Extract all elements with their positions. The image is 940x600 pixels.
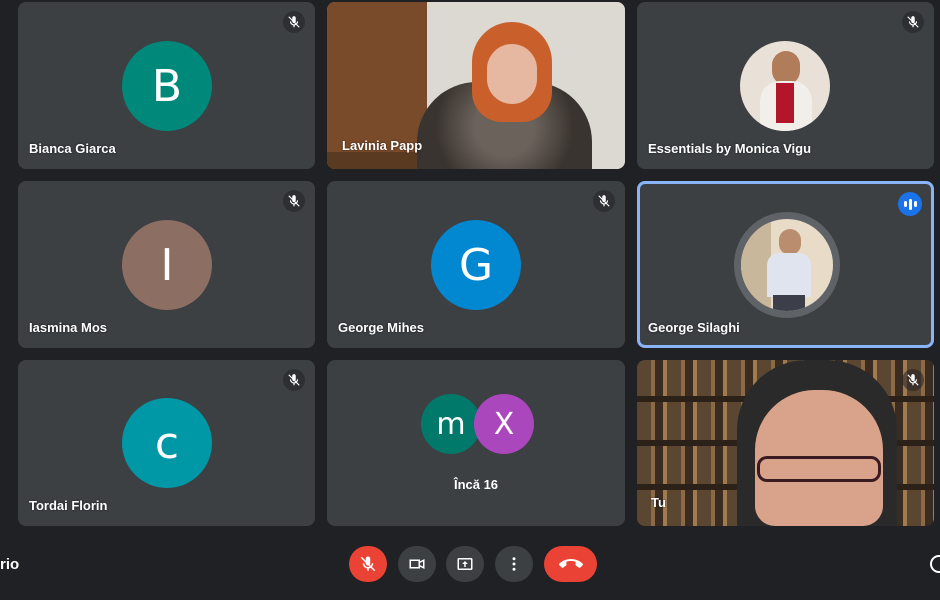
mic-off-icon — [283, 190, 305, 212]
video-feed-image — [637, 360, 934, 526]
present-screen-icon — [457, 558, 473, 570]
participant-tile-george-mihes[interactable]: G George Mihes — [327, 181, 625, 348]
participant-tile-george-silaghi[interactable]: George Silaghi — [637, 181, 934, 348]
meeting-title-fragment: rio — [0, 556, 20, 573]
participant-tile-bianca-giarca[interactable]: B Bianca Giarca — [18, 2, 315, 169]
mic-off-icon — [593, 190, 615, 212]
present-screen-button[interactable] — [446, 546, 484, 582]
mic-off-icon — [283, 369, 305, 391]
participant-name: Bianca Giarca — [29, 141, 116, 156]
mic-toggle-button[interactable] — [349, 546, 387, 582]
participant-name: George Mihes — [338, 320, 424, 335]
participant-tile-iasmina-mos[interactable]: I Iasmina Mos — [18, 181, 315, 348]
avatar: X — [474, 394, 534, 454]
more-participants-tile[interactable]: m X Încă 16 — [327, 360, 625, 526]
more-vert-icon — [512, 557, 516, 571]
participant-name: George Silaghi — [648, 320, 740, 335]
avatar: c — [122, 398, 212, 488]
participant-tile-lavinia-papp[interactable]: Lavinia Papp — [327, 2, 625, 169]
avatar — [741, 219, 833, 311]
participant-name: Tordai Florin — [29, 498, 108, 513]
mic-off-icon — [902, 369, 924, 391]
avatar: I — [122, 220, 212, 310]
avatar — [740, 41, 830, 131]
participant-name: Iasmina Mos — [29, 320, 108, 335]
participant-tile-self[interactable]: Tu — [637, 360, 934, 526]
avatar: B — [122, 41, 212, 131]
mic-off-icon — [283, 11, 305, 33]
audio-level-icon — [898, 192, 922, 216]
avatar: G — [431, 220, 521, 310]
more-options-button[interactable] — [495, 546, 533, 582]
participant-tile-tordai-florin[interactable]: c Tordai Florin — [18, 360, 315, 526]
info-icon[interactable] — [930, 555, 940, 573]
participant-tile-essentials-monica-vigu[interactable]: Essentials by Monica Vigu — [637, 2, 934, 169]
leave-call-button[interactable] — [544, 546, 597, 582]
camera-toggle-button[interactable] — [398, 546, 436, 582]
camera-icon — [409, 559, 425, 569]
mic-off-icon — [902, 11, 924, 33]
more-participants-label: Încă 16 — [453, 477, 499, 492]
participant-name: Tu — [651, 495, 666, 510]
participant-name: Essentials by Monica Vigu — [648, 141, 812, 156]
avatar: m — [421, 394, 481, 454]
participant-name: Lavinia Papp — [342, 138, 423, 153]
call-end-icon — [558, 559, 583, 568]
mic-off-icon — [360, 556, 376, 572]
